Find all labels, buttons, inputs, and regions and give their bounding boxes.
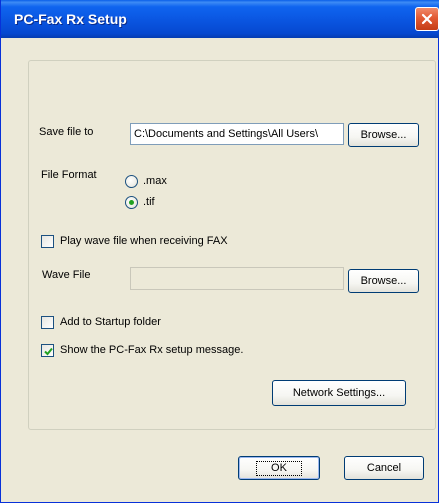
wave-browse-button[interactable]: Browse... [348,269,419,293]
startup-folder-checkbox[interactable] [41,316,54,329]
file-format-label: File Format [41,169,97,181]
checkmark-icon [44,347,53,356]
network-settings-label: Network Settings... [292,387,386,399]
radio-tif[interactable] [125,196,138,209]
title-bar[interactable]: PC-Fax Rx Setup [1,0,439,38]
dialog-body: Save file to C:\Documents and Settings\A… [4,38,436,500]
radio-tif-label: .tif [143,196,155,208]
cancel-label: Cancel [366,462,402,474]
save-browse-button[interactable]: Browse... [348,123,419,147]
network-settings-button[interactable]: Network Settings... [272,380,406,406]
cancel-button[interactable]: Cancel [344,456,424,480]
play-wave-checkbox[interactable] [41,235,54,248]
wave-file-field[interactable] [130,267,344,290]
play-wave-label: Play wave file when receiving FAX [60,235,228,247]
show-message-label: Show the PC-Fax Rx setup message. [60,344,244,356]
save-file-label: Save file to [39,126,94,138]
close-button[interactable] [415,7,439,31]
startup-folder-label: Add to Startup folder [60,316,161,328]
radio-max[interactable] [125,175,138,188]
dialog-title: PC-Fax Rx Setup [14,11,127,27]
wave-file-label: Wave File [42,269,91,281]
show-message-checkbox[interactable] [41,344,54,357]
radio-max-label: .max [143,175,167,187]
radio-selected-dot [129,200,134,205]
ok-button[interactable]: OK [238,456,320,480]
ok-label: OK [256,460,302,476]
pc-fax-rx-setup-dialog: PC-Fax Rx Setup Save file to C:\Document… [0,0,439,503]
wave-browse-label: Browse... [360,275,407,287]
save-browse-label: Browse... [360,129,407,141]
close-icon [421,13,433,25]
save-path-field[interactable]: C:\Documents and Settings\All Users\ [130,123,344,145]
